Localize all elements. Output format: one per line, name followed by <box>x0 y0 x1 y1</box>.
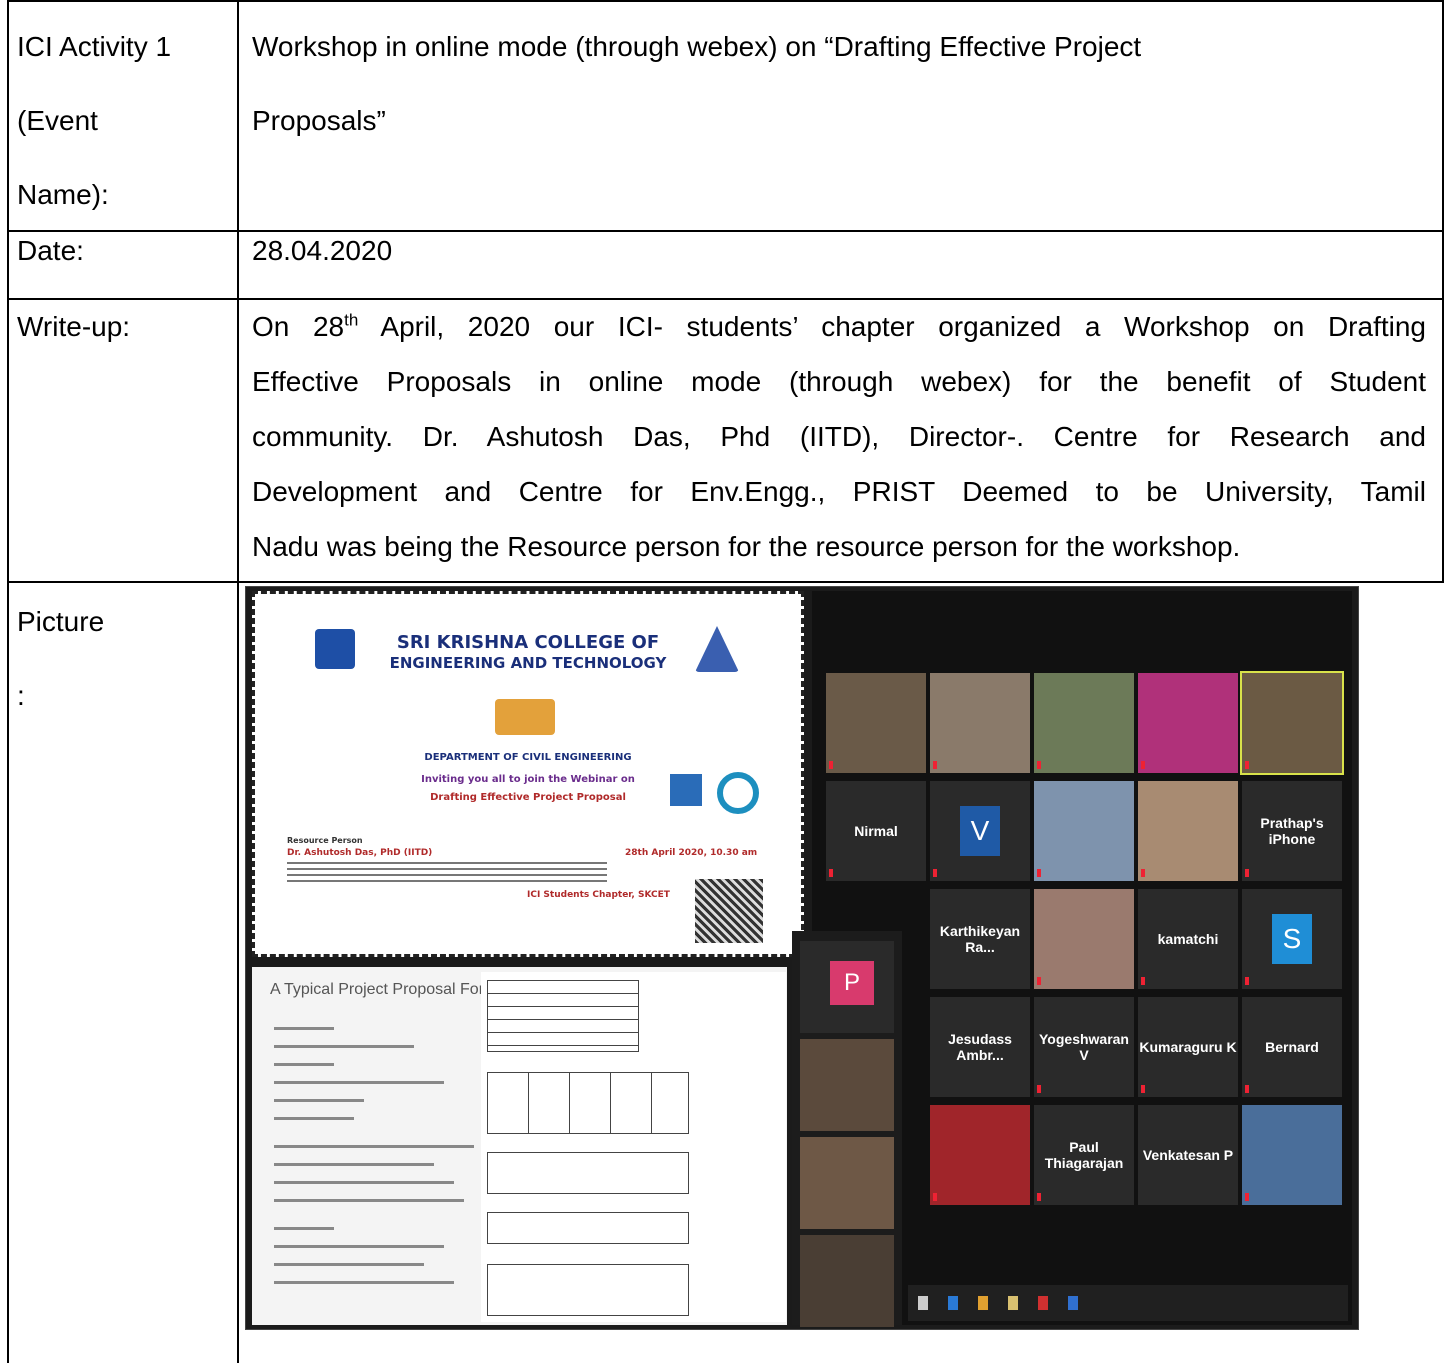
event-photo-collage: SRI KRISHNA COLLEGE OF ENGINEERING AND T… <box>245 586 1359 1330</box>
row-divider-1 <box>7 230 1444 232</box>
poster-details-text <box>287 862 607 884</box>
participant-video <box>800 1235 894 1327</box>
avatar: P <box>830 961 874 1005</box>
avatar: S <box>1272 914 1312 964</box>
participant-tile: kamatchi <box>1138 889 1238 989</box>
participant-video <box>1034 889 1134 989</box>
participant-video <box>826 673 926 773</box>
label-line: Picture <box>17 606 105 637</box>
label-line: ICI Activity 1 <box>17 31 172 62</box>
poster-chapter: ICI Students Chapter, SKCET <box>527 890 670 900</box>
table-border-top <box>7 0 1444 2</box>
picture-label: Picture : <box>17 585 217 733</box>
label-line: Date: <box>17 235 84 266</box>
value-line: Workshop in online mode (through webex) … <box>252 31 1142 62</box>
writeup-line: Nadu was being the Resource person for t… <box>252 531 1241 562</box>
writeup-line: Effective Proposals in online mode (thro… <box>252 366 1426 397</box>
date-label: Date: <box>17 233 217 269</box>
participant-tile: Prathap's iPhone <box>1242 781 1342 881</box>
participant-tile: Jesudass Ambr... <box>930 997 1030 1097</box>
poster-college2: ENGINEERING AND TECHNOLOGY <box>389 654 667 672</box>
participant-video-active <box>1240 671 1344 775</box>
participant-tile: S <box>1242 889 1342 989</box>
proposal-heading: A Typical Project Proposal Format <box>270 981 511 998</box>
participant-tile: Venkatesan P <box>1138 1105 1238 1205</box>
poster-speaker: Dr. Ashutosh Das, PhD (IITD) <box>287 848 433 858</box>
poster-college: SRI KRISHNA COLLEGE OF <box>396 632 660 653</box>
budget-tables <box>481 972 786 1322</box>
label-line: Name): <box>17 179 109 210</box>
writeup-label: Write-up: <box>17 309 217 345</box>
participant-video <box>800 1039 894 1131</box>
participant-video <box>1034 781 1134 881</box>
value-line: Proposals” <box>252 105 386 136</box>
writeup-line: On 28th April, 2020 our ICI- students’ c… <box>252 310 1426 342</box>
event-name-value: Workshop in online mode (through webex) … <box>252 10 1432 158</box>
participant-tile: P <box>800 941 894 1033</box>
writeup-text: On 28th April, 2020 our ICI- students’ c… <box>252 299 1426 574</box>
participant-tile: Kumaraguru K <box>1138 997 1238 1097</box>
participant-tile: V <box>930 781 1030 881</box>
participant-video <box>1242 1105 1342 1205</box>
event-name-label: ICI Activity 1 (Event Name): <box>17 10 217 232</box>
taskbar <box>908 1285 1348 1321</box>
table-border-right <box>1442 0 1444 583</box>
poster-dept: DEPARTMENT OF CIVIL ENGINEERING <box>424 752 632 763</box>
row-divider-3 <box>7 581 1444 583</box>
participant-tile: Paul Thiagarajan <box>1034 1105 1134 1205</box>
participant-tile: Nirmal <box>826 781 926 881</box>
participant-video <box>930 1105 1030 1205</box>
participant-video <box>1138 781 1238 881</box>
writeup-line: Development and Centre for Env.Engg., PR… <box>252 476 1426 507</box>
participant-tile: Karthikeyan Ra... <box>930 889 1030 989</box>
department-logo <box>495 699 555 735</box>
label-line: (Event <box>17 105 98 136</box>
qr-code <box>695 879 763 943</box>
side-participant-strip: P <box>792 931 902 1327</box>
participant-tile: Bernard <box>1242 997 1342 1097</box>
participant-video <box>1034 673 1134 773</box>
poster-resource-label: Resource Person <box>287 836 363 845</box>
table-border-left <box>7 0 9 1363</box>
participant-video <box>930 673 1030 773</box>
participant-video <box>1138 673 1238 773</box>
value-line: 28.04.2020 <box>252 235 393 266</box>
date-value: 28.04.2020 <box>252 233 392 269</box>
webinar-poster: SRI KRISHNA COLLEGE OF ENGINEERING AND T… <box>252 591 804 957</box>
avatar: V <box>960 806 1000 856</box>
label-line: : <box>17 680 25 711</box>
column-divider <box>237 0 239 1363</box>
calendar-icon <box>670 774 702 806</box>
poster-date: 28th April 2020, 10.30 am <box>625 848 758 858</box>
participant-tile: Yogeshwaran V <box>1034 997 1134 1097</box>
writeup-line: community. Dr. Ashutosh Das, Phd (IITD),… <box>252 421 1426 452</box>
participant-video <box>800 1137 894 1229</box>
label-line: Write-up: <box>17 311 131 342</box>
webex-icon <box>717 772 759 814</box>
